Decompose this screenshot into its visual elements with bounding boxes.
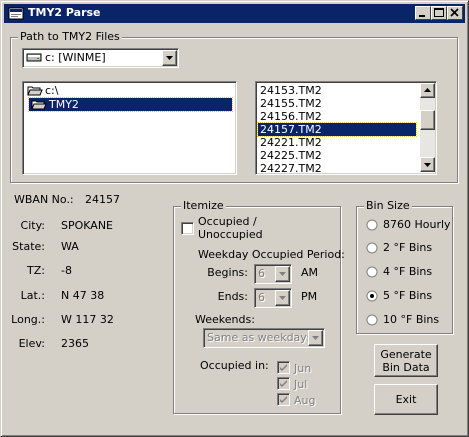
close-icon [450,8,459,17]
long-value: W 117 32 [61,313,114,326]
state-label: State: [12,240,45,253]
wban-value: 24157 [85,193,120,206]
title-bar[interactable]: TMY2 Parse [4,4,465,23]
wban-label: WBAN No.: [14,193,74,206]
drive-dropdown-button[interactable] [162,50,177,66]
drive-value: c: [WINME] [45,51,106,64]
folder-list[interactable]: c:\ TMY2 [22,81,237,175]
file-item[interactable]: 24227.TM2 [258,162,322,175]
occupied-checkbox[interactable] [181,222,194,235]
minimize-icon [419,15,425,17]
folder-item-selected[interactable]: TMY2 [28,97,233,114]
scroll-down-button[interactable] [420,157,435,172]
binsize-radio-label: 2 °F Bins [383,241,433,254]
radio-icon [366,266,378,278]
binsize-group-label: Bin Size [364,199,412,212]
begins-select[interactable]: 6 [254,264,292,284]
month-checkbox-aug[interactable] [277,393,290,406]
app-icon [8,6,24,21]
month-checkbox-jun[interactable] [277,361,290,374]
app-window: TMY2 Parse Path to TMY2 Files c: [WINME] [0,0,469,437]
maximize-icon [434,8,444,17]
occupied-label-line2: Unoccupied [198,228,263,241]
lat-label: Lat.: [20,289,45,302]
city-value: SPOKANE [61,219,113,232]
ends-label: Ends: [217,290,248,303]
drive-select[interactable]: c: [WINME] [22,48,179,68]
maximize-button[interactable] [431,6,447,20]
weekday-period-label: Weekday Occupied Period: [198,248,345,261]
file-item[interactable]: 24156.TM2 [258,110,322,123]
file-item[interactable]: 24153.TM2 [258,84,322,97]
scroll-thumb[interactable] [420,110,435,130]
file-item[interactable]: 24155.TM2 [258,97,322,110]
chevron-down-icon [312,336,319,340]
generate-bin-data-button[interactable]: Generate Bin Data [374,344,438,377]
open-folder-icon [31,98,47,114]
begins-dropdown-button[interactable] [275,266,290,282]
checkmark-icon [280,364,287,371]
binsize-radio-label: 4 °F Bins [383,265,433,278]
scroll-up-button[interactable] [420,83,435,98]
elev-label: Elev: [18,337,45,350]
exit-button[interactable]: Exit [374,384,438,415]
folder-item[interactable]: c:\ [25,84,234,97]
city-label: City: [20,219,45,232]
drive-icon [26,51,42,66]
lat-value: N 47 38 [61,289,105,302]
weekends-select[interactable]: Same as weekdays [203,328,325,348]
file-scrollbar[interactable] [420,83,435,172]
elev-value: 2365 [61,337,89,350]
minimize-button[interactable] [415,6,431,20]
file-item-selected[interactable]: 24157.TM2 [257,122,417,137]
arrow-down-icon [424,163,431,167]
begins-ampm: AM [301,266,319,279]
weekends-label: Weekends: [195,313,255,326]
checkmark-icon [280,380,287,387]
path-group-label: Path to TMY2 Files [18,30,122,43]
radio-icon [366,290,378,302]
ends-select[interactable]: 6 [254,288,292,308]
radio-icon [366,314,378,326]
chevron-down-icon [166,56,173,60]
chevron-down-icon [279,296,286,300]
binsize-radio-label: 5 °F Bins [383,289,433,302]
month-label-aug: Aug [294,394,316,407]
begins-label: Begins: [207,266,248,279]
arrow-up-icon [424,88,431,92]
month-checkbox-jul[interactable] [277,377,290,390]
binsize-radio-label: 8760 Hourly [383,218,451,231]
long-label: Long.: [11,313,45,326]
month-label-jun: Jun [294,362,312,375]
ends-dropdown-button[interactable] [275,290,290,306]
tz-value: -8 [61,264,72,277]
file-item[interactable]: 24221.TM2 [258,136,322,149]
ends-ampm: PM [301,290,318,303]
month-label-jul: Jul [294,378,308,391]
itemize-group-label: Itemize [181,199,226,212]
occupied-in-label: Occupied in: [200,359,269,372]
radio-icon [366,242,378,254]
radio-icon [366,219,378,231]
binsize-radio-label: 10 °F Bins [383,313,440,326]
file-item[interactable]: 24225.TM2 [258,149,322,162]
chevron-down-icon [279,272,286,276]
file-list[interactable]: 24153.TM2 24155.TM2 24156.TM2 24157.TM2 … [255,81,437,175]
tz-label: TZ: [27,264,45,277]
weekends-dropdown-button[interactable] [308,330,323,346]
checkmark-icon [280,396,287,403]
close-button[interactable] [447,6,463,20]
window-title: TMY2 Parse [28,6,101,19]
occupied-label-line1: Occupied / [198,215,257,228]
state-value: WA [61,240,79,253]
